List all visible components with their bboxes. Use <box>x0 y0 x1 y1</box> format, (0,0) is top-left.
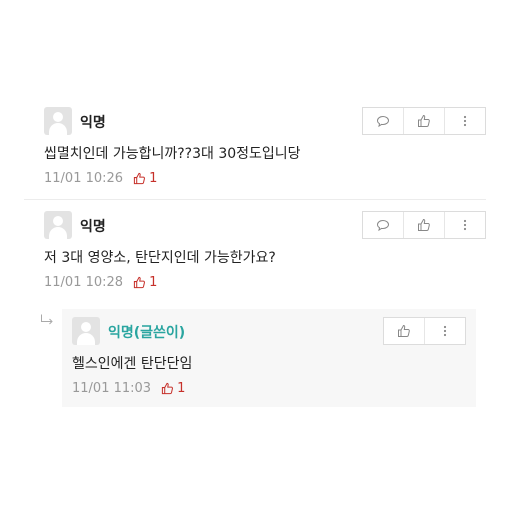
comment-author: 익명 <box>80 219 106 235</box>
like-button[interactable] <box>384 318 424 344</box>
comment-actions <box>362 107 486 135</box>
reply-item: 익명(글쓴이) 헬스인에겐 탄단단임 11/01 11:03 1 <box>72 317 466 396</box>
more-vertical-icon <box>463 115 467 127</box>
like-number: 1 <box>149 275 158 290</box>
comment-date: 11/01 10:28 <box>44 275 124 290</box>
comment-item: 익명 저 3대 영양소, 탄단지인데 가능한가요? 11/01 10:28 1 <box>44 211 486 290</box>
thumbs-up-icon <box>161 382 174 395</box>
comment-header: 익명 <box>44 107 486 139</box>
reply-comment-button[interactable] <box>363 212 403 238</box>
thumbs-up-icon <box>418 114 430 127</box>
comment-meta: 11/01 10:26 1 <box>44 171 486 186</box>
like-number: 1 <box>149 171 158 186</box>
reply-date: 11/01 11:03 <box>72 381 152 396</box>
comment-actions <box>362 211 486 239</box>
reply-box: 익명(글쓴이) 헬스인에겐 탄단단임 11/01 11:03 1 <box>62 309 476 407</box>
more-button[interactable] <box>444 108 485 134</box>
comment-meta: 11/01 10:28 1 <box>44 275 486 290</box>
speech-bubble-icon <box>376 115 390 127</box>
thumbs-up-icon <box>418 218 430 231</box>
thumbs-up-icon <box>133 172 146 185</box>
like-button[interactable] <box>403 212 444 238</box>
avatar-icon <box>72 317 100 345</box>
avatar-icon <box>44 211 72 239</box>
thumbs-up-icon <box>398 324 410 337</box>
divider <box>24 199 486 200</box>
reply-text: 헬스인에겐 탄단단임 <box>72 356 193 372</box>
speech-bubble-icon <box>376 219 390 231</box>
comment-author: 익명 <box>80 115 106 131</box>
more-vertical-icon <box>443 325 447 337</box>
reply-meta: 11/01 11:03 1 <box>72 381 466 396</box>
like-button[interactable] <box>403 108 444 134</box>
avatar-icon <box>44 107 72 135</box>
comment-item: 익명 씹멸치인데 가능합니까??3대 30정도입니당 11/01 10:26 1 <box>44 107 486 186</box>
more-button[interactable] <box>424 318 465 344</box>
comment-text: 씹멸치인데 가능합니까??3대 30정도입니당 <box>44 146 301 162</box>
like-count: 1 <box>133 275 157 290</box>
reply-author: 익명(글쓴이) <box>108 325 186 341</box>
thumbs-up-icon <box>133 276 146 289</box>
like-count: 1 <box>133 171 157 186</box>
like-count: 1 <box>161 381 185 396</box>
reply-comment-button[interactable] <box>363 108 403 134</box>
comment-text: 저 3대 영양소, 탄단지인데 가능한가요? <box>44 250 276 266</box>
reply-actions <box>383 317 466 345</box>
more-vertical-icon <box>463 219 467 231</box>
reply-arrow-icon <box>41 314 53 325</box>
like-number: 1 <box>177 381 186 396</box>
comment-header: 익명 <box>44 211 486 243</box>
more-button[interactable] <box>444 212 485 238</box>
reply-header: 익명(글쓴이) <box>72 317 466 349</box>
comment-date: 11/01 10:26 <box>44 171 124 186</box>
